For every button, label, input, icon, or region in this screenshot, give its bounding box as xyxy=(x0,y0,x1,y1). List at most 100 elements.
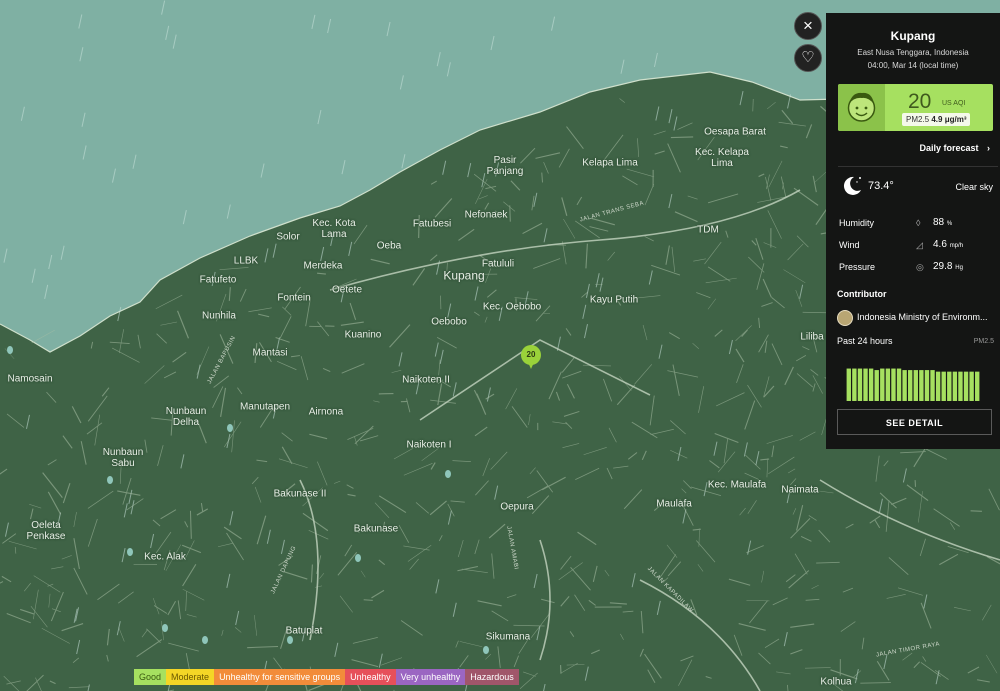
history-bar[interactable] xyxy=(863,368,868,401)
history-bar[interactable] xyxy=(885,368,891,401)
place-label: Solor xyxy=(276,231,300,243)
history-bar[interactable] xyxy=(908,370,913,401)
contributor-link[interactable]: Indonesia Ministry of Environm... xyxy=(857,312,988,322)
history-bar[interactable] xyxy=(969,371,974,401)
place-label: Naikoten II xyxy=(402,374,450,386)
history-bar[interactable] xyxy=(902,370,907,401)
chevron-right-icon: › xyxy=(987,143,990,153)
history-bar[interactable] xyxy=(975,371,980,401)
wind-label: Wind xyxy=(839,240,860,250)
past-24h-chart[interactable] xyxy=(846,363,980,401)
see-detail-button[interactable]: SEE DETAIL xyxy=(837,409,992,435)
place-label: Oetete xyxy=(331,284,363,296)
history-bar[interactable] xyxy=(958,371,963,401)
place-label: Merdeka xyxy=(303,260,343,272)
history-bar[interactable] xyxy=(919,370,924,401)
place-label: Kec. Oebobo xyxy=(482,301,542,313)
aqi-value: 20 xyxy=(908,90,932,113)
history-bar[interactable] xyxy=(947,371,952,401)
history-bar[interactable] xyxy=(880,368,885,401)
weather-condition: Clear sky xyxy=(955,182,993,192)
local-time: 04:00, Mar 14 (local time) xyxy=(867,61,959,70)
ministry-logo-icon xyxy=(837,310,853,326)
pond xyxy=(107,476,113,484)
favorite-heart-icon[interactable]: ♡ xyxy=(794,44,822,72)
place-label: Nefonaek xyxy=(464,209,508,221)
history-bar[interactable] xyxy=(852,368,857,401)
place-label: LLBK xyxy=(233,255,259,267)
place-label: Nunbaun Delha xyxy=(165,406,207,428)
place-label: Naikoten I xyxy=(406,439,452,451)
place-label: Kayu Putih xyxy=(589,294,639,306)
history-bar[interactable] xyxy=(963,371,969,401)
place-label: Fatubesi xyxy=(412,218,452,230)
place-label: Namosain xyxy=(7,373,53,385)
place-label: Kelapa Lima xyxy=(582,157,638,169)
aqi-unit: US AQI xyxy=(942,100,966,107)
place-label: Kec. Maulafa xyxy=(707,479,767,491)
daily-forecast-link[interactable]: Daily forecast › xyxy=(919,143,990,153)
legend-item: Very unhealthy xyxy=(395,669,466,685)
place-label: Kec. Kelapa Lima xyxy=(695,147,749,169)
pm25-value: 4.9 μg/m³ xyxy=(931,115,967,124)
legend-item: Unhealthy for sensitive groups xyxy=(214,669,346,685)
legend-item: Unhealthy xyxy=(345,669,396,685)
pm25-label: PM2.5 xyxy=(906,115,930,124)
place-label: Batuplat xyxy=(285,625,323,637)
pond xyxy=(7,346,13,354)
wind-reading: 4.6 mp/h xyxy=(933,239,963,250)
past-pollutant-label: PM2.5 xyxy=(973,338,994,345)
aqi-legend: Good Moderate Unhealthy for sensitive grou… xyxy=(134,669,519,685)
aqi-card: 20 US AQI PM2.5 4.9 μg/m³ xyxy=(838,84,993,131)
history-bar[interactable] xyxy=(913,370,918,401)
history-bar[interactable] xyxy=(846,368,851,401)
humidity-reading: 88 % xyxy=(933,217,952,228)
close-button[interactable]: × xyxy=(794,12,822,40)
legend-item: Moderate xyxy=(166,669,215,685)
divider xyxy=(838,166,998,167)
place-label: Liliba xyxy=(800,331,824,343)
place-label: Kec. Kota Lama xyxy=(312,218,356,240)
past-24-hours-label: Past 24 hours xyxy=(837,336,893,346)
place-label: Kec. Alak xyxy=(144,551,186,563)
place-label: Manutapen xyxy=(239,401,291,413)
pond xyxy=(127,548,133,556)
legend-item: Hazardous xyxy=(465,669,519,685)
place-label: Oesapa Barat xyxy=(704,126,766,138)
pond xyxy=(445,470,451,478)
street xyxy=(363,599,373,601)
contributor-heading: Contributor xyxy=(837,289,887,299)
humidity-unit: % xyxy=(946,221,953,227)
pond xyxy=(355,554,361,562)
station-marker[interactable]: 20 xyxy=(521,345,542,371)
pond xyxy=(227,424,233,432)
place-label: Oebobo xyxy=(431,316,467,328)
history-bar[interactable] xyxy=(891,368,896,401)
pressure-unit: Hg xyxy=(955,265,963,271)
place-label: Nunbaun Sabu xyxy=(102,447,144,469)
history-bar[interactable] xyxy=(930,370,935,401)
place-label: Oepura xyxy=(500,501,534,513)
place-label: Nunhila xyxy=(202,310,236,322)
pond xyxy=(287,636,293,644)
place-label: TDM xyxy=(697,224,719,236)
place-label: Oeba xyxy=(376,240,402,252)
history-bar[interactable] xyxy=(896,368,902,401)
history-bar[interactable] xyxy=(924,370,930,401)
place-label: Bakunase II xyxy=(273,488,327,500)
history-bar[interactable] xyxy=(935,371,941,401)
pond xyxy=(162,624,168,632)
history-bar[interactable] xyxy=(941,371,946,401)
history-bar[interactable] xyxy=(952,371,958,401)
place-label: Oeleta Penkase xyxy=(26,520,66,542)
place-label: Sikumana xyxy=(485,631,531,643)
history-bar[interactable] xyxy=(874,370,879,401)
station-detail-panel: Kupang East Nusa Tenggara, Indonesia 04:… xyxy=(826,13,1000,449)
pond xyxy=(483,646,489,654)
history-bar[interactable] xyxy=(857,368,863,401)
street xyxy=(670,136,694,139)
place-label: Naimata xyxy=(781,484,819,496)
history-bar[interactable] xyxy=(868,368,874,401)
daily-forecast-label: Daily forecast xyxy=(919,143,979,153)
pond xyxy=(202,636,208,644)
